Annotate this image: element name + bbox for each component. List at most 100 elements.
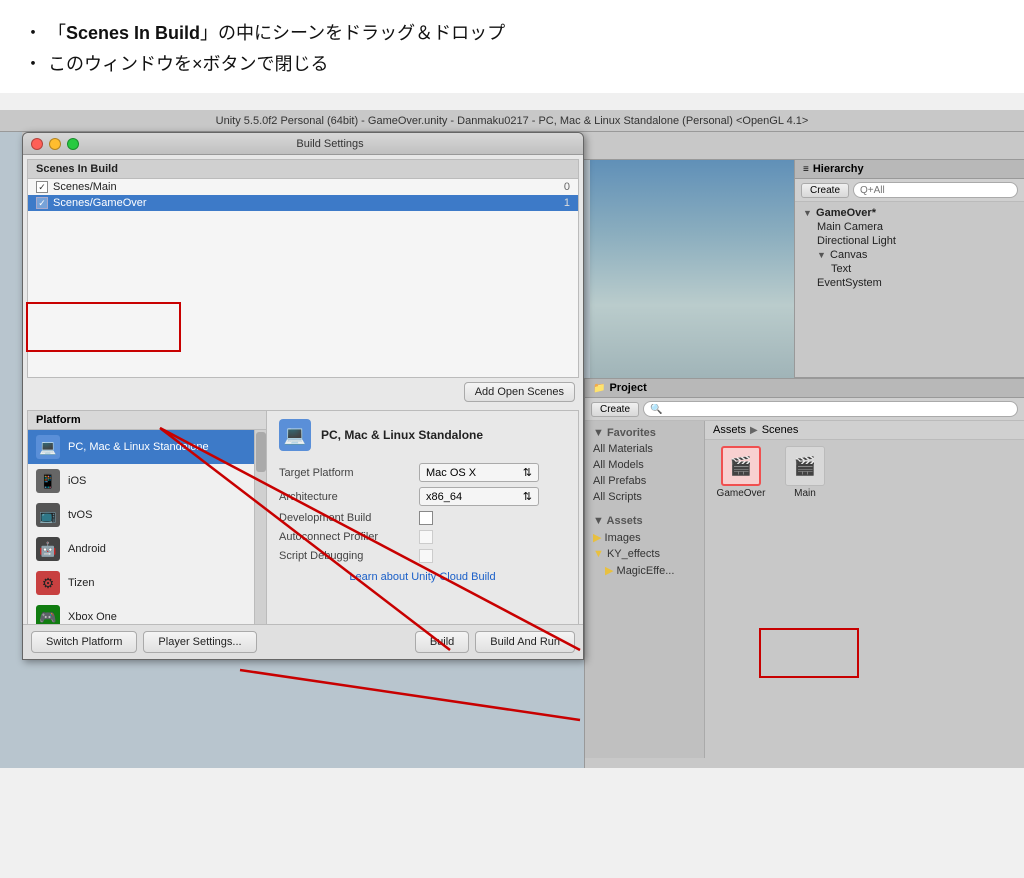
platform-scrollbar[interactable] [254,430,266,630]
project-ky-effects-folder[interactable]: ▼ KY_effects [585,546,704,562]
bottom-left-buttons: Switch Platform Player Settings... [31,631,257,653]
dev-build-checkbox[interactable] [419,511,433,525]
dev-build-label: Development Build [279,512,419,524]
target-platform-label: Target Platform [279,467,419,479]
scene-checkbox-gameover[interactable] [36,197,48,209]
script-debug-checkbox[interactable] [419,549,433,563]
bottom-right-buttons: Build Build And Run [415,631,575,653]
window-title-text: Build Settings [85,138,575,150]
breadcrumb-assets[interactable]: Assets [713,424,746,436]
folder-icon: ▶ [593,532,601,544]
tree-item-main-camera: Main Camera [803,220,1016,234]
platform-icon-android: 🤖 [36,537,60,561]
platform-section: Platform 💻 PC, Mac & Linux Standalone 📱 … [27,410,579,631]
project-magiceff-folder[interactable]: ▶ MagicEffe... [585,562,704,579]
project-create-btn[interactable]: Create [591,402,639,417]
asset-main[interactable]: 🎬 Main [775,446,835,752]
platform-list: Platform 💻 PC, Mac & Linux Standalone 📱 … [27,410,267,631]
add-open-scenes-row: Add Open Scenes [27,378,579,406]
bold-scenes-in-build: Scenes In Build [66,23,200,43]
project-panel: 📁 Project Create ▼ Favorites All Materia… [584,378,1024,768]
architecture-row: Architecture x86_64 ⇅ [279,487,566,506]
folder-icon-magic: ▶ [605,565,613,577]
breadcrumb-sep: ▶ [750,425,758,436]
scene-index-gameover: 1 [564,197,570,209]
hierarchy-search-input[interactable] [853,182,1018,198]
window-close-btn[interactable] [31,138,43,150]
target-platform-dropdown[interactable]: Mac OS X ⇅ [419,463,539,482]
scenes-section: Scenes In Build Scenes/Main 0 Scenes/Gam… [23,155,583,410]
platform-name-android: Android [68,543,106,555]
scene-item-main[interactable]: Scenes/Main 0 [28,179,578,195]
platform-name-xbox: Xbox One [68,611,117,623]
asset-gameover[interactable]: 🎬 GameOver [711,446,771,752]
project-right-panel: Assets ▶ Scenes 🎬 GameOver 🎬 Main [705,421,1024,758]
project-search-input[interactable] [643,401,1018,417]
project-all-materials[interactable]: All Materials [585,441,704,457]
platform-name-ios: iOS [68,475,86,487]
instruction-text-2: このウィンドウを×ボタンで閉じる [48,49,329,80]
tree-item-canvas: ▼ Canvas [803,248,1016,262]
folder-icon-ky: ▼ [593,548,604,560]
architecture-dropdown[interactable]: x86_64 ⇅ [419,487,539,506]
platform-name-tizen: Tizen [68,577,95,589]
platform-item-tizen[interactable]: ⚙ Tizen [28,566,266,600]
editor-area: Unity 5.5.0f2 Personal (64bit) - GameOve… [0,110,1024,768]
scene-checkbox-main[interactable] [36,181,48,193]
architecture-label: Architecture [279,491,419,503]
hierarchy-create-btn[interactable]: Create [801,183,849,198]
build-btn[interactable]: Build [415,631,469,653]
project-all-models[interactable]: All Models [585,457,704,473]
scene-name-main: Scenes/Main [53,181,564,193]
window-max-btn[interactable] [67,138,79,150]
cloud-build-link[interactable]: Learn about Unity Cloud Build [279,571,566,583]
scenes-header: Scenes In Build [27,159,579,178]
tree-expand-canvas: ▼ [817,250,827,260]
instruction-line-2: ・ このウィンドウを×ボタンで閉じる [24,49,1000,80]
project-favorites-header: ▼ Favorites [585,425,704,441]
project-all-prefabs[interactable]: All Prefabs [585,473,704,489]
build-and-run-btn[interactable]: Build And Run [475,631,575,653]
scroll-thumb [256,432,266,472]
scene-item-gameover[interactable]: Scenes/GameOver 1 [28,195,578,211]
window-titlebar: Build Settings [23,133,583,155]
target-platform-value: Mac OS X [426,467,476,479]
platform-header: Platform [28,411,266,430]
platform-item-android[interactable]: 🤖 Android [28,532,266,566]
hierarchy-toolbar: Create [795,179,1024,202]
platform-icon-pc: 💻 [36,435,60,459]
autoconnect-checkbox[interactable] [419,530,433,544]
platform-settings-title: PC, Mac & Linux Standalone [321,428,483,442]
instruction-area: ・ 「Scenes In Build」の中にシーンをドラッグ＆ドロップ ・ この… [0,0,1024,93]
tree-item-directional-light: Directional Light [803,234,1016,248]
gameover-scene-icon: 🎬 [721,446,761,486]
instruction-line-1: ・ 「Scenes In Build」の中にシーンをドラッグ＆ドロップ [24,18,1000,49]
scenes-list: Scenes/Main 0 Scenes/GameOver 1 [27,178,579,378]
project-images-folder[interactable]: ▶ Images [585,529,704,546]
scene-index-main: 0 [564,181,570,193]
project-header: 📁 Project [585,379,1024,398]
main-label: Main [794,488,816,499]
architecture-arrow: ⇅ [523,490,532,503]
switch-platform-btn[interactable]: Switch Platform [31,631,137,653]
platform-scroll: 💻 PC, Mac & Linux Standalone 📱 iOS 📺 tvO… [28,430,266,630]
platform-item-tvos[interactable]: 📺 tvOS [28,498,266,532]
autoconnect-row: Autoconnect Profiler [279,530,566,544]
target-platform-row: Target Platform Mac OS X ⇅ [279,463,566,482]
project-left-panel: ▼ Favorites All Materials All Models All… [585,421,705,758]
player-settings-btn[interactable]: Player Settings... [143,631,256,653]
platform-icon-tvos: 📺 [36,503,60,527]
platform-item-pc[interactable]: 💻 PC, Mac & Linux Standalone [28,430,266,464]
bullet-1: ・ [24,18,42,49]
window-min-btn[interactable] [49,138,61,150]
add-open-scenes-btn[interactable]: Add Open Scenes [464,382,575,402]
platform-name-pc: PC, Mac & Linux Standalone [68,441,209,453]
instruction-text-1: 「Scenes In Build」の中にシーンをドラッグ＆ドロップ [48,18,505,49]
hierarchy-tree: ▼ GameOver* Main Camera Directional Ligh… [795,202,1024,294]
platform-item-ios[interactable]: 📱 iOS [28,464,266,498]
project-all-scripts[interactable]: All Scripts [585,489,704,505]
project-title: Project [609,382,646,394]
platform-settings-header: 💻 PC, Mac & Linux Standalone [279,419,566,451]
script-debug-label: Script Debugging [279,550,419,562]
breadcrumb-scenes[interactable]: Scenes [762,424,799,436]
